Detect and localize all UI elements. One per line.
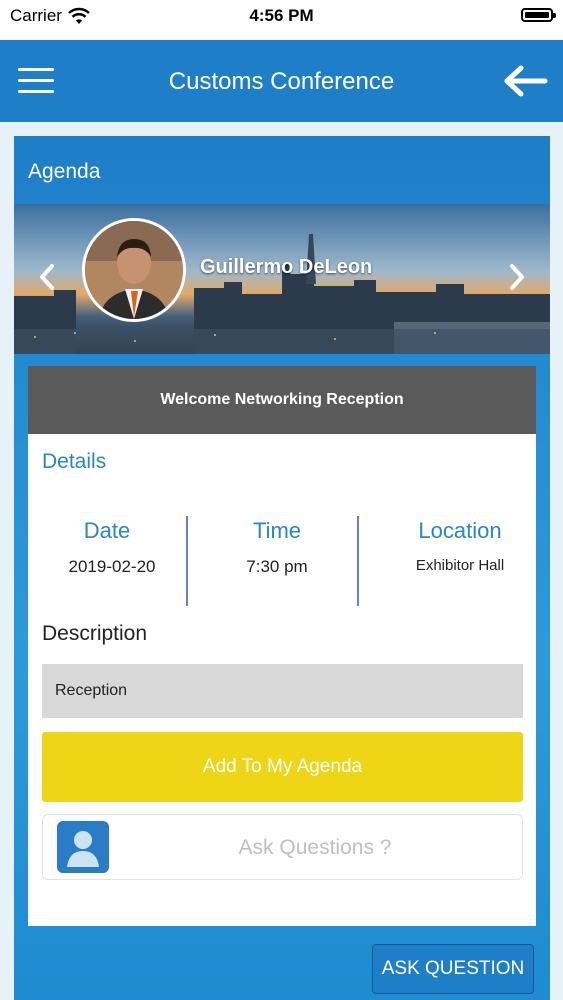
chevron-right-icon[interactable] [506,262,528,292]
nav-bar: Customs Conference [0,40,563,122]
app-title: Customs Conference [168,68,395,95]
ask-question-button[interactable]: ASK QUESTION [372,944,534,994]
chevron-left-icon[interactable] [36,262,58,292]
battery-icon [521,8,556,22]
ask-question-input[interactable] [123,825,507,871]
details-heading: Details [42,450,107,473]
location-value: Exhibitor Hall [415,557,505,574]
description-heading: Description [42,622,148,645]
add-to-agenda-button[interactable]: Add To My Agenda [42,732,523,802]
arrow-left-icon[interactable] [501,62,549,100]
session-title: Welcome Networking Reception [28,366,536,434]
column-divider [186,516,188,606]
card-title: Agenda [28,160,101,183]
time-value: 7:30 pm [246,557,308,576]
date-label: Date [83,518,131,543]
clock: 4:56 PM [249,6,314,25]
location-label: Location [418,518,502,543]
user-icon [57,821,109,873]
agenda-card: Agenda Guillermo DeLeon Welcome Networki… [14,136,550,1000]
speaker-avatar[interactable] [82,218,186,322]
time-label: Time [252,518,302,543]
ask-question-row [42,814,523,880]
speaker-name[interactable]: Guillermo DeLeon [200,256,372,279]
session-panel: Welcome Networking Reception Details Dat… [28,366,536,926]
date-value: 2019-02-20 [68,557,156,576]
column-divider [357,516,359,606]
description-box: Reception [42,664,523,718]
speaker-banner: Guillermo DeLeon [14,204,550,354]
status-bar: Carrier 4:56 PM [0,0,563,38]
